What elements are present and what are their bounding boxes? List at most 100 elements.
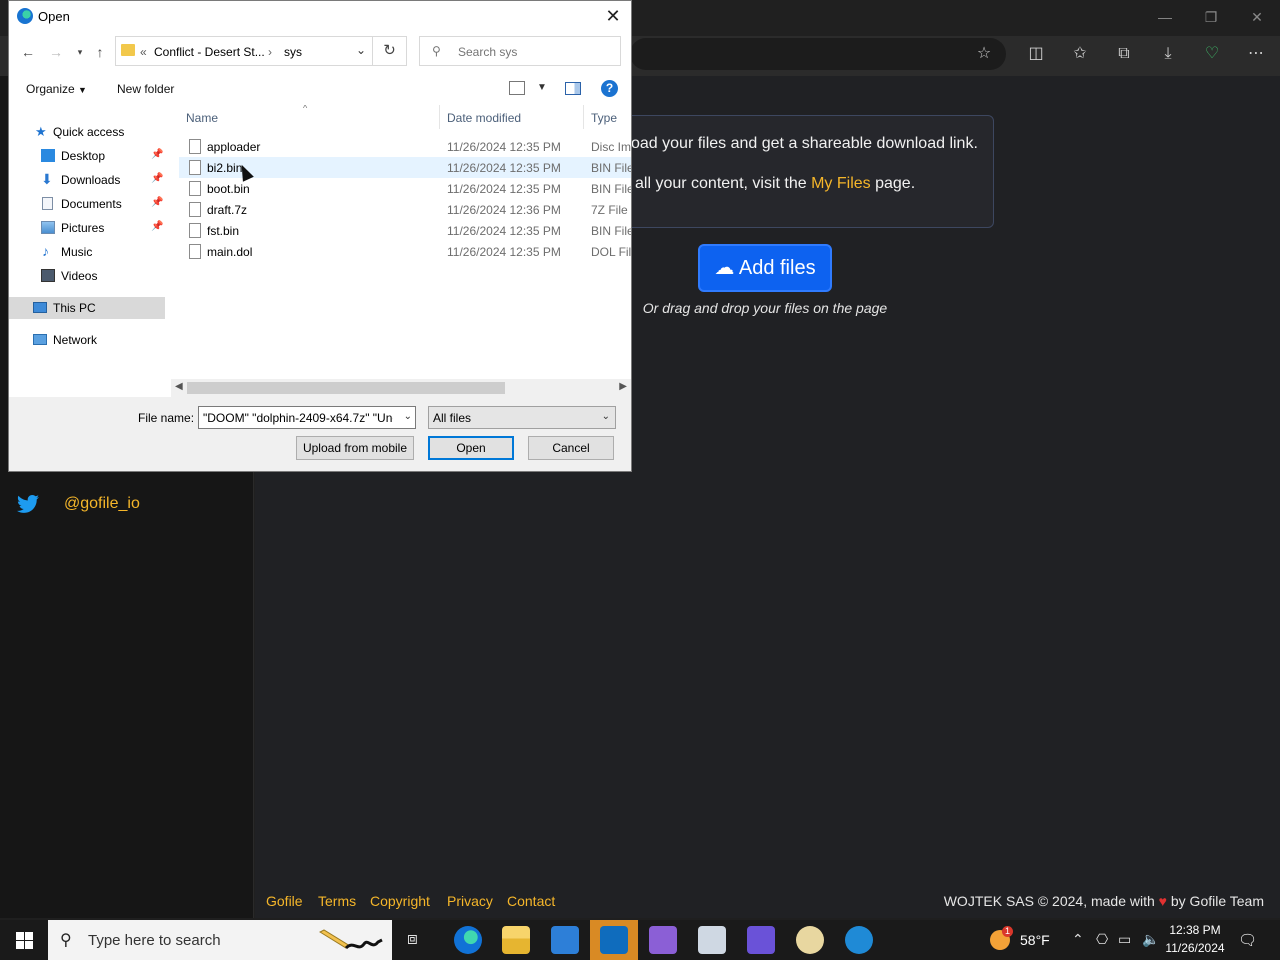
table-row[interactable]: draft.7z 11/26/2024 12:36 PM 7Z File — [179, 199, 631, 220]
paint-icon[interactable] — [796, 926, 824, 954]
split-screen-icon[interactable]: ◫ — [1022, 42, 1050, 66]
file-name-field[interactable]: "DOOM" "dolphin-2409-x64.7z" "Unc ⌄ — [198, 406, 416, 429]
table-row[interactable]: apploader 11/26/2024 12:35 PM Disc Im — [179, 136, 631, 157]
table-row[interactable]: fst.bin 11/26/2024 12:35 PM BIN File — [179, 220, 631, 241]
close-window-icon[interactable]: ✕ — [1242, 6, 1272, 28]
table-row[interactable]: boot.bin 11/26/2024 12:35 PM BIN File — [179, 178, 631, 199]
add-files-button[interactable]: ☁ Add files — [698, 244, 832, 292]
column-header-name[interactable]: Name — [186, 111, 218, 125]
open-file-dialog: Open ✕ ← → ▾ ↑ « Conflict - Desert St...… — [8, 0, 632, 472]
restore-icon[interactable]: ❐ — [1196, 6, 1226, 28]
back-arrow-icon[interactable]: ← — [19, 43, 37, 61]
navigation-pane: ★ Quick access Desktop 📌 ⬇ Downloads 📌 D… — [9, 115, 165, 381]
breadcrumb-separator-icon: › — [268, 45, 272, 59]
view-options-icon[interactable] — [509, 81, 525, 95]
temperature[interactable]: 58°F — [1020, 932, 1050, 948]
search-input[interactable] — [458, 45, 608, 59]
file-type-filter[interactable]: All files ⌄ — [428, 406, 616, 429]
view-dropdown-chevron-icon[interactable]: ▼ — [537, 82, 547, 93]
app-icon[interactable] — [747, 926, 775, 954]
my-files-link[interactable]: My Files — [811, 175, 871, 192]
refresh-icon[interactable]: ↻ — [373, 36, 407, 66]
edge-icon[interactable] — [454, 926, 482, 954]
nav-videos[interactable]: Videos — [9, 265, 165, 287]
footer-link-contact[interactable]: Contact — [507, 893, 555, 909]
breadcrumb-overflow[interactable]: « — [140, 45, 147, 59]
nav-documents[interactable]: Documents 📌 — [9, 193, 165, 215]
file-type: BIN File — [591, 161, 631, 175]
minimize-icon[interactable]: — — [1150, 6, 1180, 28]
task-view-icon[interactable]: ⧈ — [407, 929, 418, 949]
clock-date[interactable]: 11/26/2024 — [1162, 941, 1228, 955]
more-menu-icon[interactable]: ⋯ — [1242, 42, 1270, 66]
nav-music[interactable]: ♪ Music — [9, 241, 165, 263]
volume-icon[interactable]: 🔈 — [1142, 931, 1159, 948]
column-divider[interactable] — [583, 105, 584, 129]
meet-now-icon[interactable]: ⎔ — [1096, 931, 1108, 948]
breadcrumb-parent-folder[interactable]: Conflict - Desert St... — [154, 45, 265, 59]
dialog-footer: File name: "DOOM" "dolphin-2409-x64.7z" … — [9, 397, 631, 471]
file-type: DOL File — [591, 245, 631, 259]
footer-link-terms[interactable]: Terms — [318, 893, 356, 909]
notification-center-icon[interactable]: 🗨 — [1238, 931, 1257, 949]
scroll-right-icon[interactable]: ▶ — [619, 381, 627, 392]
file-type: 7Z File — [591, 203, 628, 217]
downloads-icon: ⬇ — [41, 171, 53, 187]
file-explorer-icon[interactable] — [502, 926, 530, 954]
nav-item-label: Music — [61, 245, 93, 259]
favorite-star-icon[interactable]: ☆ — [970, 42, 998, 66]
nav-quick-access[interactable]: ★ Quick access — [9, 121, 165, 143]
up-arrow-icon[interactable]: ↑ — [91, 43, 109, 61]
visual-studio-icon[interactable] — [649, 926, 677, 954]
dialog-close-icon[interactable]: ✕ — [599, 5, 627, 29]
show-hidden-icons-chevron-icon[interactable]: ⌃ — [1072, 931, 1084, 948]
nav-network[interactable]: Network — [9, 329, 165, 351]
horizontal-scrollbar[interactable]: ◀ ▶ — [171, 379, 631, 397]
upload-from-mobile-button[interactable]: Upload from mobile — [296, 436, 414, 460]
address-bar[interactable]: ☆ — [630, 38, 1006, 70]
notepad-icon[interactable] — [698, 926, 726, 954]
footer-link-gofile[interactable]: Gofile — [266, 893, 303, 909]
favorites-icon[interactable]: ✩ — [1066, 42, 1094, 66]
browser-essentials-icon[interactable]: ♡ — [1198, 42, 1226, 66]
help-icon[interactable]: ? — [601, 80, 618, 97]
filter-chevron-icon: ⌄ — [601, 411, 610, 422]
start-button[interactable] — [0, 920, 48, 960]
dolphin-icon[interactable] — [845, 926, 873, 954]
scrollbar-thumb[interactable] — [187, 382, 505, 394]
store-icon[interactable] — [551, 926, 579, 954]
new-folder-button[interactable]: New folder — [117, 82, 174, 96]
column-divider[interactable] — [439, 105, 440, 129]
column-header-date[interactable]: Date modified — [447, 111, 521, 125]
file-name-chevron-icon[interactable]: ⌄ — [404, 411, 412, 422]
table-row[interactable]: main.dol 11/26/2024 12:35 PM DOL File — [179, 241, 631, 262]
pin-icon: 📌 — [151, 197, 164, 208]
breadcrumb-current-folder[interactable]: sys — [284, 45, 302, 59]
mail-icon[interactable] — [600, 926, 628, 954]
search-box[interactable]: ⚲ — [419, 36, 621, 66]
cancel-button[interactable]: Cancel — [528, 436, 614, 460]
collections-icon[interactable]: ⧉ — [1110, 42, 1138, 66]
scroll-left-icon[interactable]: ◀ — [175, 381, 183, 392]
search-highlight-pencil-icon — [318, 929, 383, 950]
path-dropdown-chevron-icon[interactable]: ⌄ — [356, 43, 366, 57]
footer-link-privacy[interactable]: Privacy — [447, 893, 493, 909]
nav-pictures[interactable]: Pictures 📌 — [9, 217, 165, 239]
preview-pane-icon[interactable] — [565, 82, 581, 95]
open-button[interactable]: Open — [428, 436, 514, 460]
twitter-handle: @gofile_io — [64, 495, 140, 512]
nav-downloads[interactable]: ⬇ Downloads 📌 — [9, 169, 165, 191]
taskbar-search[interactable]: ⚲ Type here to search — [48, 920, 392, 960]
nav-desktop[interactable]: Desktop 📌 — [9, 145, 165, 167]
recent-locations-chevron-icon[interactable]: ▾ — [71, 43, 89, 61]
organize-menu[interactable]: Organize ▼ — [26, 82, 87, 96]
clock-time[interactable]: 12:38 PM — [1166, 923, 1224, 937]
forward-arrow-icon[interactable]: → — [47, 43, 65, 61]
download-icon[interactable]: ⤓ — [1154, 42, 1182, 66]
network-status-icon[interactable]: ▭ — [1118, 931, 1131, 948]
column-header-type[interactable]: Type — [591, 111, 617, 125]
organize-chevron-icon: ▼ — [78, 85, 87, 95]
nav-this-pc[interactable]: This PC — [9, 297, 165, 319]
path-breadcrumb[interactable]: « Conflict - Desert St... › sys ⌄ — [115, 36, 373, 66]
footer-link-copyright[interactable]: Copyright — [370, 893, 430, 909]
